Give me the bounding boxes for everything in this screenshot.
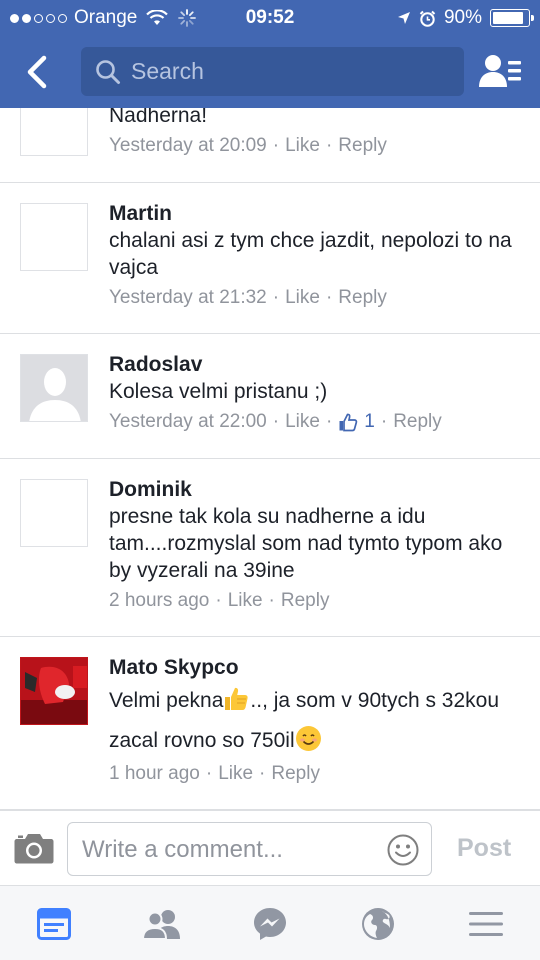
like-link[interactable]: Like bbox=[285, 133, 320, 159]
like-link[interactable]: Like bbox=[228, 588, 263, 614]
top-nav-bar: Orange 09:52 90% Search bbox=[0, 0, 540, 108]
comment-text: Velmi pekna .., ja som v 90tych s 32kou … bbox=[109, 681, 526, 761]
comment-meta: Yesterday at 22:00 · Like · 1 · Reply bbox=[109, 409, 526, 435]
like-link[interactable]: Like bbox=[285, 409, 320, 435]
messenger-icon bbox=[254, 908, 286, 940]
reply-link[interactable]: Reply bbox=[338, 133, 387, 159]
comment-meta: 2 hours ago · Like · Reply bbox=[109, 588, 526, 614]
comment-meta: 1 hour ago · Like · Reply bbox=[109, 761, 526, 787]
search-placeholder: Search bbox=[131, 58, 204, 84]
reply-link[interactable]: Reply bbox=[338, 285, 387, 311]
status-icons: 90% bbox=[397, 7, 534, 29]
avatar[interactable] bbox=[20, 479, 88, 547]
friend-requests-icon bbox=[142, 910, 180, 940]
comment-placeholder: Write a comment... bbox=[82, 836, 283, 863]
news-feed-icon bbox=[37, 908, 71, 940]
comment-author[interactable]: Dominik bbox=[109, 477, 526, 503]
comment-timestamp: 1 hour ago bbox=[109, 763, 200, 784]
menu-icon bbox=[469, 912, 503, 936]
comment-item: Mato Skypco Velmi pekna .., ja som v 90t… bbox=[0, 637, 540, 810]
tab-news-feed[interactable] bbox=[27, 904, 81, 944]
comment-text: presne tak kola su nadherne a idu tam...… bbox=[109, 505, 503, 582]
comment-author[interactable]: Radoslav bbox=[109, 352, 526, 378]
battery-percent: 90% bbox=[443, 7, 482, 28]
chevron-left-icon bbox=[27, 55, 47, 89]
friends-list-icon bbox=[479, 55, 521, 87]
search-icon bbox=[96, 59, 120, 84]
like-link[interactable]: Like bbox=[285, 285, 320, 311]
camera-button[interactable] bbox=[14, 831, 54, 865]
comment-timestamp: Yesterday at 21:32 bbox=[109, 287, 267, 308]
post-button[interactable]: Post bbox=[457, 834, 511, 863]
friends-list-button[interactable] bbox=[476, 48, 524, 94]
notifications-globe-icon bbox=[362, 908, 394, 940]
comment-text: Kolesa velmi pristanu ;) bbox=[109, 380, 328, 403]
comment-author[interactable]: Martin bbox=[109, 201, 526, 227]
thumbs-up-emoji-icon bbox=[225, 687, 249, 710]
comment-timestamp: Yesterday at 22:00 bbox=[109, 411, 267, 432]
emoji-picker-icon[interactable] bbox=[387, 834, 419, 866]
comment-item: Radoslav Kolesa velmi pristanu ;) Yester… bbox=[0, 334, 540, 459]
like-count[interactable]: 1 bbox=[364, 409, 375, 435]
thumbs-up-icon bbox=[339, 413, 358, 432]
camera-icon bbox=[14, 834, 54, 864]
avatar[interactable] bbox=[20, 657, 88, 725]
comment-composer: Write a comment... Post bbox=[0, 810, 540, 885]
comment-item: Dominik presne tak kola su nadherne a id… bbox=[0, 459, 540, 637]
status-bar: Orange 09:52 90% bbox=[0, 0, 540, 34]
like-link[interactable]: Like bbox=[218, 761, 253, 787]
profile-photo-icon bbox=[21, 658, 87, 724]
comment-input[interactable]: Write a comment... bbox=[67, 822, 432, 876]
reply-link[interactable]: Reply bbox=[271, 761, 320, 787]
search-input[interactable]: Search bbox=[81, 47, 464, 96]
comment-timestamp: 2 hours ago bbox=[109, 590, 210, 611]
smiling-face-emoji-icon bbox=[295, 726, 321, 751]
comment-author[interactable]: Mato Skypco bbox=[109, 655, 526, 681]
location-arrow-icon bbox=[397, 12, 410, 24]
default-profile-icon bbox=[21, 355, 87, 421]
back-button[interactable] bbox=[18, 50, 54, 94]
reply-link[interactable]: Reply bbox=[393, 409, 442, 435]
comment-text-part: Velmi pekna bbox=[109, 689, 224, 712]
bottom-tab-bar bbox=[0, 885, 540, 960]
comment-meta: Yesterday at 20:09 · Like · Reply bbox=[109, 133, 526, 159]
tab-notifications[interactable] bbox=[351, 904, 405, 944]
comment-timestamp: Yesterday at 20:09 bbox=[109, 135, 267, 156]
comment-meta: Yesterday at 21:32 · Like · Reply bbox=[109, 285, 526, 311]
comments-list: Nadherna! Yesterday at 20:09 · Like · Re… bbox=[0, 108, 540, 810]
tab-friend-requests[interactable] bbox=[135, 904, 189, 944]
tab-menu[interactable] bbox=[459, 904, 513, 944]
comment-text: chalani asi z tym chce jazdit, nepolozi … bbox=[109, 229, 512, 279]
battery-icon bbox=[490, 9, 534, 27]
reply-link[interactable]: Reply bbox=[281, 588, 330, 614]
alarm-clock-icon bbox=[419, 10, 436, 27]
comment-item: Nadherna! Yesterday at 20:09 · Like · Re… bbox=[0, 108, 540, 183]
avatar[interactable] bbox=[20, 354, 88, 422]
tab-messenger[interactable] bbox=[243, 904, 297, 944]
avatar[interactable] bbox=[20, 108, 88, 156]
avatar[interactable] bbox=[20, 203, 88, 271]
comment-item: Martin chalani asi z tym chce jazdit, ne… bbox=[0, 183, 540, 334]
comment-text: Nadherna! bbox=[109, 108, 208, 127]
